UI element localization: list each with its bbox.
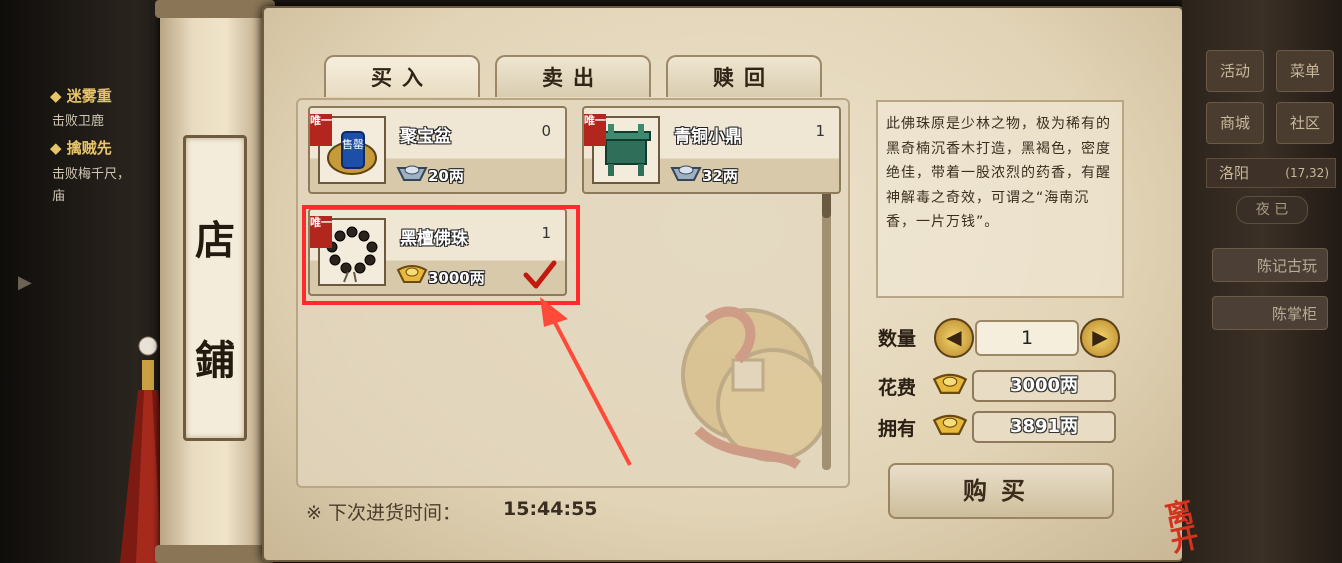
shop-item[interactable]: 唯一 青铜小鼎 1 32两: [582, 106, 841, 194]
quest-title-2[interactable]: ◆ 擒贼先: [50, 137, 112, 158]
shop-title-char-1: 店: [195, 217, 235, 264]
activity-button[interactable]: 活动: [1206, 50, 1264, 92]
quest-desc-1: 击败卫鹿: [52, 114, 105, 129]
location-coords: (17,32): [1285, 166, 1329, 180]
shop-item[interactable]: 售罄 唯一 聚宝盆 0 20两: [308, 106, 567, 194]
cost-label: 花费: [878, 377, 917, 399]
item-price: 32两: [702, 167, 738, 185]
quest-title-1[interactable]: ◆ 迷雾重: [50, 85, 112, 106]
location-name: 洛阳: [1219, 164, 1250, 182]
gold-ingot-icon: [932, 414, 968, 435]
quest-desc-3: 庙: [52, 189, 66, 204]
time-of-day: 夜 已: [1236, 196, 1308, 224]
quest-desc-2: 击败梅千尺，: [52, 167, 131, 182]
community-button[interactable]: 社区: [1276, 102, 1334, 144]
gold-ingot-icon: [932, 373, 968, 394]
sold-out-label: 售罄: [342, 137, 364, 151]
collapse-arrow-icon[interactable]: ▶: [18, 272, 32, 293]
item-count: 1: [815, 122, 825, 140]
owned-label: 拥有: [878, 418, 917, 440]
tab-buy[interactable]: 买入: [324, 55, 480, 97]
tab-redeem[interactable]: 赎回: [666, 55, 822, 97]
item-name: 聚宝盆: [400, 127, 451, 147]
cost-value: 3000两: [972, 370, 1116, 402]
scroll-rod-top: [155, 0, 275, 18]
item-count: 0: [541, 122, 551, 140]
quantity-input[interactable]: 1: [975, 320, 1079, 356]
quantity-label: 数量: [878, 328, 917, 350]
unique-badge: 唯一: [310, 114, 332, 146]
restock-label: ※ 下次进货时间：: [306, 502, 461, 524]
selection-highlight-box: [302, 205, 580, 305]
scroll-rod-bottom: [155, 545, 275, 563]
increase-quantity-button[interactable]: ▶: [1080, 318, 1120, 358]
item-price: 20两: [428, 167, 464, 185]
menu-button[interactable]: 菜单: [1276, 50, 1334, 92]
buy-button[interactable]: 购买: [888, 463, 1114, 519]
coin-watermark-icon: [681, 306, 828, 470]
location-bar: 洛阳 (17,32): [1206, 158, 1336, 188]
npc-shopkeeper-chen[interactable]: 陈掌柜: [1212, 296, 1328, 330]
silver-icon: [670, 165, 702, 181]
shop-title-plaque: 店 鋪: [183, 135, 247, 441]
annotation-arrow-icon: [540, 297, 632, 466]
silver-icon: [396, 165, 428, 181]
owned-value: 3891两: [972, 411, 1116, 443]
item-name: 青铜小鼎: [674, 127, 742, 147]
item-description: 此佛珠原是少林之物，极为稀有的黑奇楠沉香木打造，黑褐色，密度绝佳，带着一股浓烈的…: [876, 100, 1124, 298]
shop-title-char-2: 鋪: [195, 337, 235, 384]
restock-time: 15:44:55: [503, 498, 598, 520]
tab-sell[interactable]: 卖出: [495, 55, 651, 97]
store-button[interactable]: 商城: [1206, 102, 1264, 144]
npc-shop-chen[interactable]: 陈记古玩: [1212, 248, 1328, 282]
unique-badge: 唯一: [584, 114, 606, 146]
decrease-quantity-button[interactable]: ◀: [934, 318, 974, 358]
